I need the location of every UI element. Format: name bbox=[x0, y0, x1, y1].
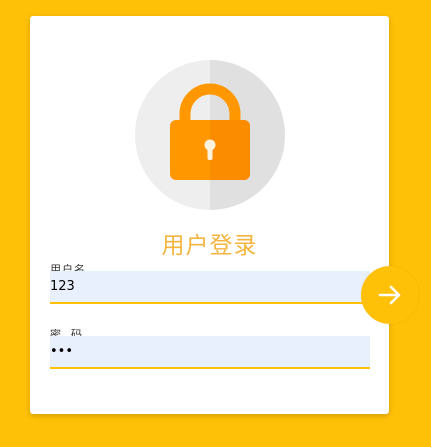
login-submit-button[interactable] bbox=[361, 266, 419, 324]
login-card: 用户登录 用户名 密码 bbox=[30, 16, 389, 414]
username-field[interactable] bbox=[50, 271, 370, 304]
password-label: 密码 bbox=[50, 329, 92, 336]
password-field[interactable] bbox=[50, 336, 370, 369]
lock-icon bbox=[135, 60, 285, 210]
arrow-right-icon bbox=[378, 285, 401, 305]
login-page: 用户登录 用户名 密码 bbox=[0, 0, 431, 447]
login-title: 用户登录 bbox=[161, 233, 258, 259]
username-label: 用户名 bbox=[50, 264, 86, 271]
